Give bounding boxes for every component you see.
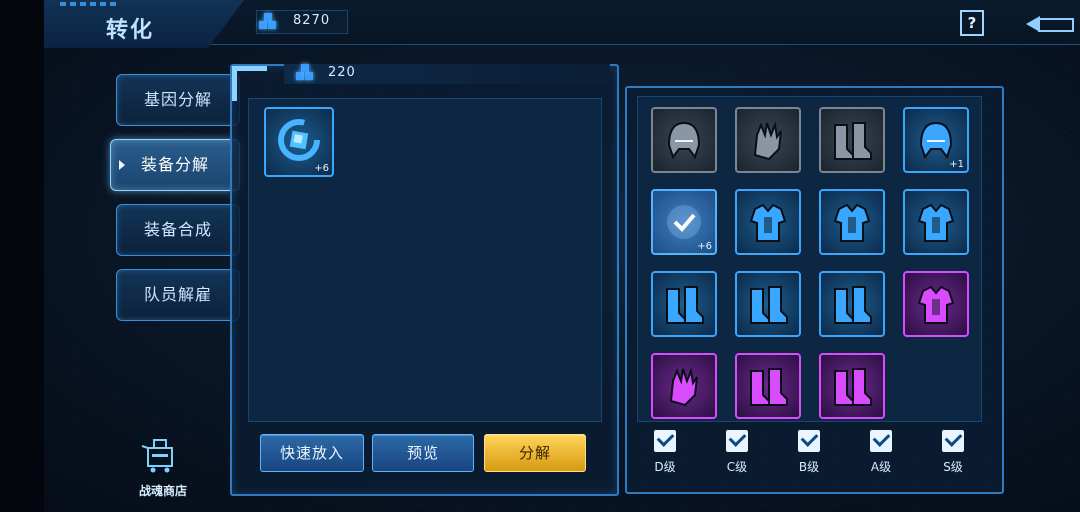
boots-icon (834, 286, 872, 324)
active-indicator-icon (119, 160, 125, 170)
title-decoration (60, 2, 120, 6)
screen-edge (0, 0, 44, 512)
checkmark-icon (728, 429, 747, 447)
tab-label: 装备分解 (140, 155, 209, 174)
preview-button[interactable]: 预览 (372, 434, 474, 472)
armor-icon (917, 203, 955, 242)
checkmark-icon (656, 429, 675, 447)
item-level: +6 (314, 163, 329, 174)
reward-count-bar: 220 (284, 64, 610, 84)
crystal-cube-icon (259, 13, 279, 31)
inventory-slot[interactable] (735, 107, 801, 173)
boots-icon (666, 286, 704, 324)
checkmark-icon (944, 429, 963, 447)
soul-shop-button[interactable]: 战魂商店 (128, 434, 198, 500)
tab-equipment-decompose[interactable]: 装备分解 (110, 139, 240, 191)
tab-gene-decompose[interactable]: 基因分解 (116, 74, 240, 126)
tab-label: 队员解雇 (143, 285, 212, 304)
tab-equipment-synthesis[interactable]: 装备合成 (116, 204, 240, 256)
reward-count: 220 (328, 65, 356, 80)
inventory-slot[interactable] (819, 353, 885, 419)
grade-checkbox[interactable] (942, 429, 964, 452)
inventory-slot[interactable] (819, 107, 885, 173)
boots-icon (834, 368, 872, 406)
grade-label: D级 (654, 460, 676, 474)
decompose-item-slot[interactable]: +6 (264, 107, 334, 177)
item-level: +6 (697, 241, 712, 252)
item-level: +1 (949, 159, 964, 170)
page-title: 转化 (106, 18, 155, 43)
checkmark-icon (667, 205, 701, 239)
inventory-slot[interactable]: +1 (903, 107, 969, 173)
grade-label: S级 (943, 460, 963, 474)
quick-add-button[interactable]: 快速放入 (260, 434, 364, 472)
armor-icon (749, 203, 787, 242)
grade-label: A级 (870, 460, 892, 474)
tab-label: 装备合成 (143, 220, 212, 239)
inventory-slot[interactable]: +6 (651, 189, 717, 255)
helmet-icon (667, 121, 701, 160)
checkmark-icon (800, 429, 819, 447)
inventory-slot[interactable] (735, 271, 801, 337)
grade-checkbox[interactable] (726, 429, 748, 452)
help-button[interactable]: ? (960, 10, 984, 36)
boots-icon (834, 122, 872, 160)
shop-cart-icon (141, 439, 173, 473)
boots-icon (750, 368, 788, 406)
crystal-cube-icon (296, 64, 316, 82)
checkmark-icon (872, 429, 891, 447)
inventory-slot[interactable] (819, 271, 885, 337)
inventory-slot[interactable] (735, 189, 801, 255)
inventory-slot[interactable] (819, 189, 885, 255)
boots-icon (750, 286, 788, 324)
inventory-slot[interactable] (651, 271, 717, 337)
inventory-slot[interactable] (651, 353, 717, 419)
inventory-slot[interactable] (903, 271, 969, 337)
grade-checkbox[interactable] (654, 429, 676, 452)
armor-icon (833, 203, 871, 242)
shop-label: 战魂商店 (138, 484, 187, 498)
grade-checkbox[interactable] (798, 429, 820, 452)
panel-corner-decoration (232, 66, 267, 101)
tab-label: 基因分解 (143, 90, 212, 109)
decompose-button[interactable]: 分解 (484, 434, 586, 472)
helmet-icon (919, 121, 953, 160)
inventory-slot[interactable] (651, 107, 717, 173)
currency-value: 8270 (293, 13, 331, 28)
currency-display: 8270 (256, 10, 348, 34)
armor-icon (917, 285, 955, 324)
grade-label: C级 (726, 460, 748, 474)
glove-icon (669, 367, 698, 407)
grade-checkbox[interactable] (870, 429, 892, 452)
tab-dismiss-member[interactable]: 队员解雇 (116, 269, 240, 321)
blue-core-item-icon (278, 119, 320, 161)
grade-label: B级 (798, 460, 820, 474)
back-button[interactable] (1024, 8, 1074, 34)
glove-icon (753, 121, 782, 161)
inventory-slot[interactable] (903, 189, 969, 255)
inventory-slot[interactable] (735, 353, 801, 419)
